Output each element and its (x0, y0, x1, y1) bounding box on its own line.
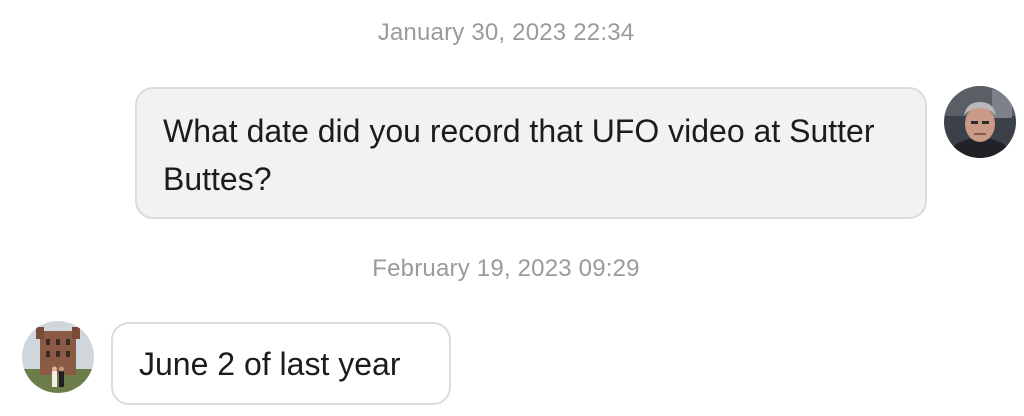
message-text: June 2 of last year (139, 346, 401, 382)
message-timestamp: January 30, 2023 22:34 (377, 19, 635, 46)
incoming-message-bubble[interactable]: June 2 of last year (111, 322, 451, 405)
man-portrait-avatar-icon[interactable] (944, 86, 1016, 158)
message-thread: January 30, 2023 22:34 What date did you… (0, 0, 1024, 416)
message-timestamp: February 19, 2023 09:29 (372, 255, 640, 282)
message-text: What date did you record that UFO video … (163, 113, 875, 197)
castle-photo-avatar-icon[interactable] (22, 321, 94, 393)
outgoing-message-bubble[interactable]: What date did you record that UFO video … (135, 87, 927, 219)
